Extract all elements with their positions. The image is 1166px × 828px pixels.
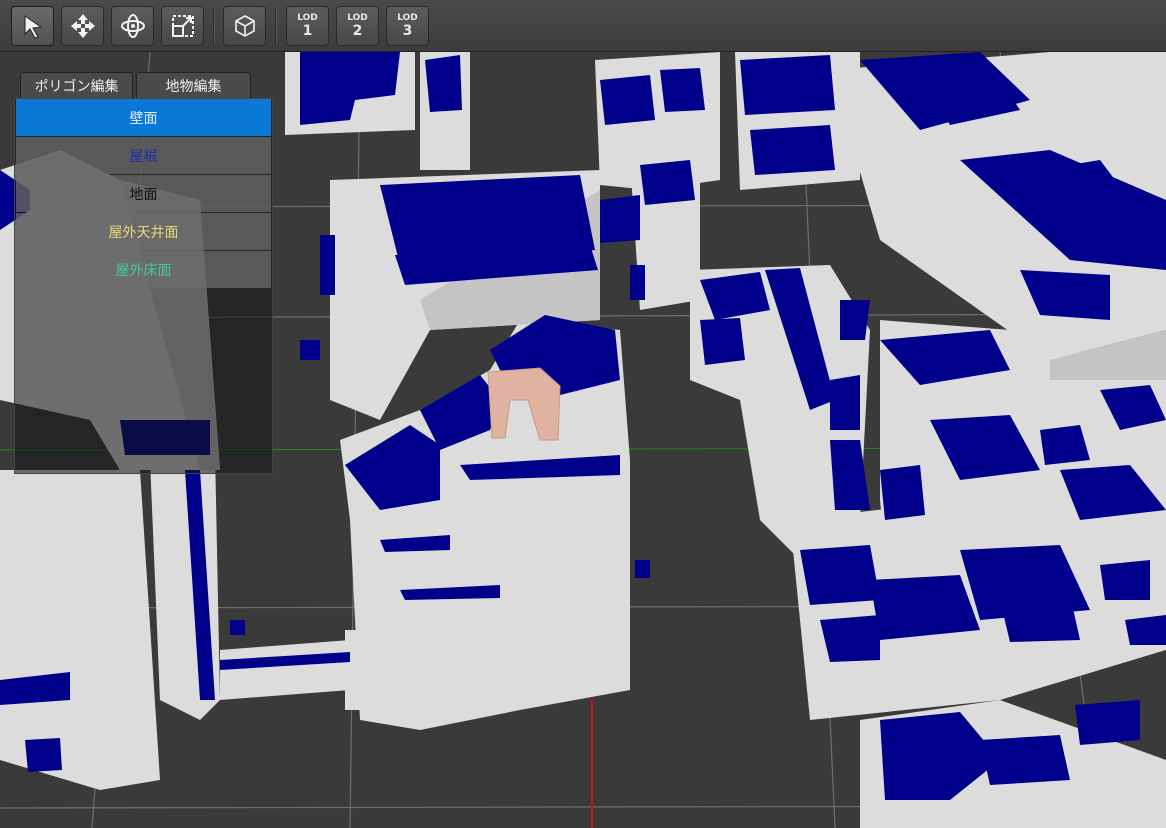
surface-item-wall[interactable]: 壁面: [16, 99, 271, 136]
lod1-button[interactable]: LOD 1: [286, 6, 329, 46]
cursor-arrow-icon: [24, 15, 42, 39]
tab-feature-edit[interactable]: 地物編集: [136, 72, 251, 98]
lod2-label: LOD 2: [347, 13, 368, 39]
toolbar: LOD 1 LOD 2 LOD 3: [0, 0, 1166, 52]
lod3-label: LOD 3: [397, 13, 418, 39]
surface-item-outdoor-floor[interactable]: 屋外床面: [16, 251, 271, 288]
tab-polygon-edit[interactable]: ポリゴン編集: [20, 72, 133, 98]
toolbar-separator: [213, 8, 215, 44]
scale-tool-button[interactable]: [161, 6, 204, 46]
scale-box-icon: [171, 15, 194, 37]
surface-item-label: 地面: [129, 186, 158, 203]
select-tool-button[interactable]: [11, 6, 54, 46]
toolbar-separator: [275, 8, 277, 44]
cube-icon: [234, 15, 255, 37]
lod3-button[interactable]: LOD 3: [386, 6, 429, 46]
move-arrows-icon: [70, 14, 95, 38]
surface-type-panel: 壁面 屋根 地面 屋外天井面 屋外床面: [14, 98, 273, 474]
move-tool-button[interactable]: [61, 6, 104, 46]
surface-item-outdoor-ceiling[interactable]: 屋外天井面: [16, 213, 271, 250]
lod1-label: LOD 1: [297, 13, 318, 39]
surface-item-roof[interactable]: 屋根: [16, 137, 271, 174]
surface-item-label: 壁面: [129, 110, 158, 127]
view-cube-button[interactable]: [223, 6, 266, 46]
surface-item-label: 屋外床面: [115, 262, 172, 279]
surface-item-label: 屋根: [129, 148, 158, 165]
surface-item-label: 屋外天井面: [108, 224, 179, 241]
rotate-orbit-icon: [120, 14, 145, 38]
rotate-tool-button[interactable]: [111, 6, 154, 46]
surface-item-ground[interactable]: 地面: [16, 175, 271, 212]
lod2-button[interactable]: LOD 2: [336, 6, 379, 46]
